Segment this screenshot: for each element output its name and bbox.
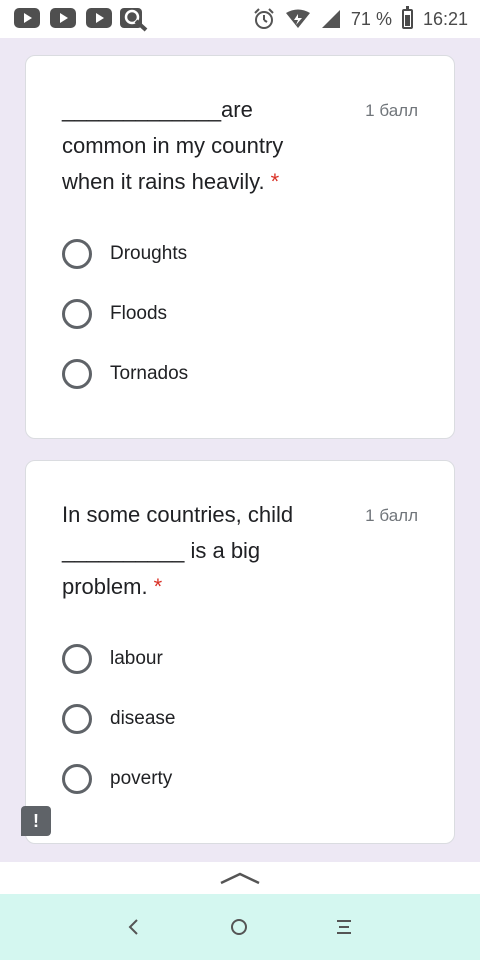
required-mark: *: [153, 574, 163, 599]
radio-button[interactable]: [62, 239, 92, 269]
option-label: labour: [110, 648, 163, 669]
question-title: In some countries, child __________ is a…: [62, 497, 332, 605]
question-card: _____________are common in my country wh…: [25, 55, 455, 439]
signal-icon: [321, 10, 340, 28]
question-points: 1 балл: [365, 506, 418, 525]
question-text: _____________are common in my country wh…: [62, 97, 284, 194]
option-label: Droughts: [110, 243, 188, 264]
youtube-icon: [86, 8, 112, 28]
radio-button[interactable]: [62, 359, 92, 389]
answer-option[interactable]: poverty: [62, 761, 172, 797]
option-label: disease: [110, 708, 176, 729]
radio-button[interactable]: [62, 644, 92, 674]
question-card: In some countries, child __________ is a…: [25, 460, 455, 844]
question-title: _____________are common in my country wh…: [62, 92, 332, 200]
search-icon: [120, 8, 148, 32]
answer-option[interactable]: Floods: [62, 296, 167, 332]
bottom-sheet-handle[interactable]: [0, 862, 480, 894]
option-label: poverty: [110, 768, 173, 789]
back-icon[interactable]: [121, 914, 147, 940]
navigation-bar: [0, 894, 480, 960]
youtube-icon: [50, 8, 76, 28]
youtube-icon: [14, 8, 40, 28]
question-points: 1 балл: [365, 101, 418, 120]
alarm-icon: [254, 8, 274, 29]
menu-icon[interactable]: [331, 914, 357, 940]
battery-percent: 71 %: [350, 8, 392, 29]
clock-time: 16:21: [422, 8, 468, 29]
radio-button[interactable]: [62, 299, 92, 329]
status-bar: 71 % 16:21: [0, 0, 480, 38]
option-label: Floods: [110, 303, 168, 324]
answer-option[interactable]: Tornados: [62, 356, 188, 392]
required-mark: *: [270, 169, 280, 194]
exclamation-icon: !: [33, 811, 39, 831]
report-feedback-button[interactable]: !: [21, 806, 51, 836]
question-text: In some countries, child __________ is a…: [62, 502, 294, 599]
radio-button[interactable]: [62, 704, 92, 734]
data-saver-icon: [285, 9, 310, 28]
battery-icon: [401, 6, 413, 29]
answer-option[interactable]: Droughts: [62, 236, 187, 272]
answer-option[interactable]: labour: [62, 641, 163, 677]
home-icon[interactable]: [226, 914, 252, 940]
radio-button[interactable]: [62, 764, 92, 794]
chevron-up-icon[interactable]: [219, 870, 261, 886]
option-label: Tornados: [110, 363, 189, 384]
answer-option[interactable]: disease: [62, 701, 176, 737]
